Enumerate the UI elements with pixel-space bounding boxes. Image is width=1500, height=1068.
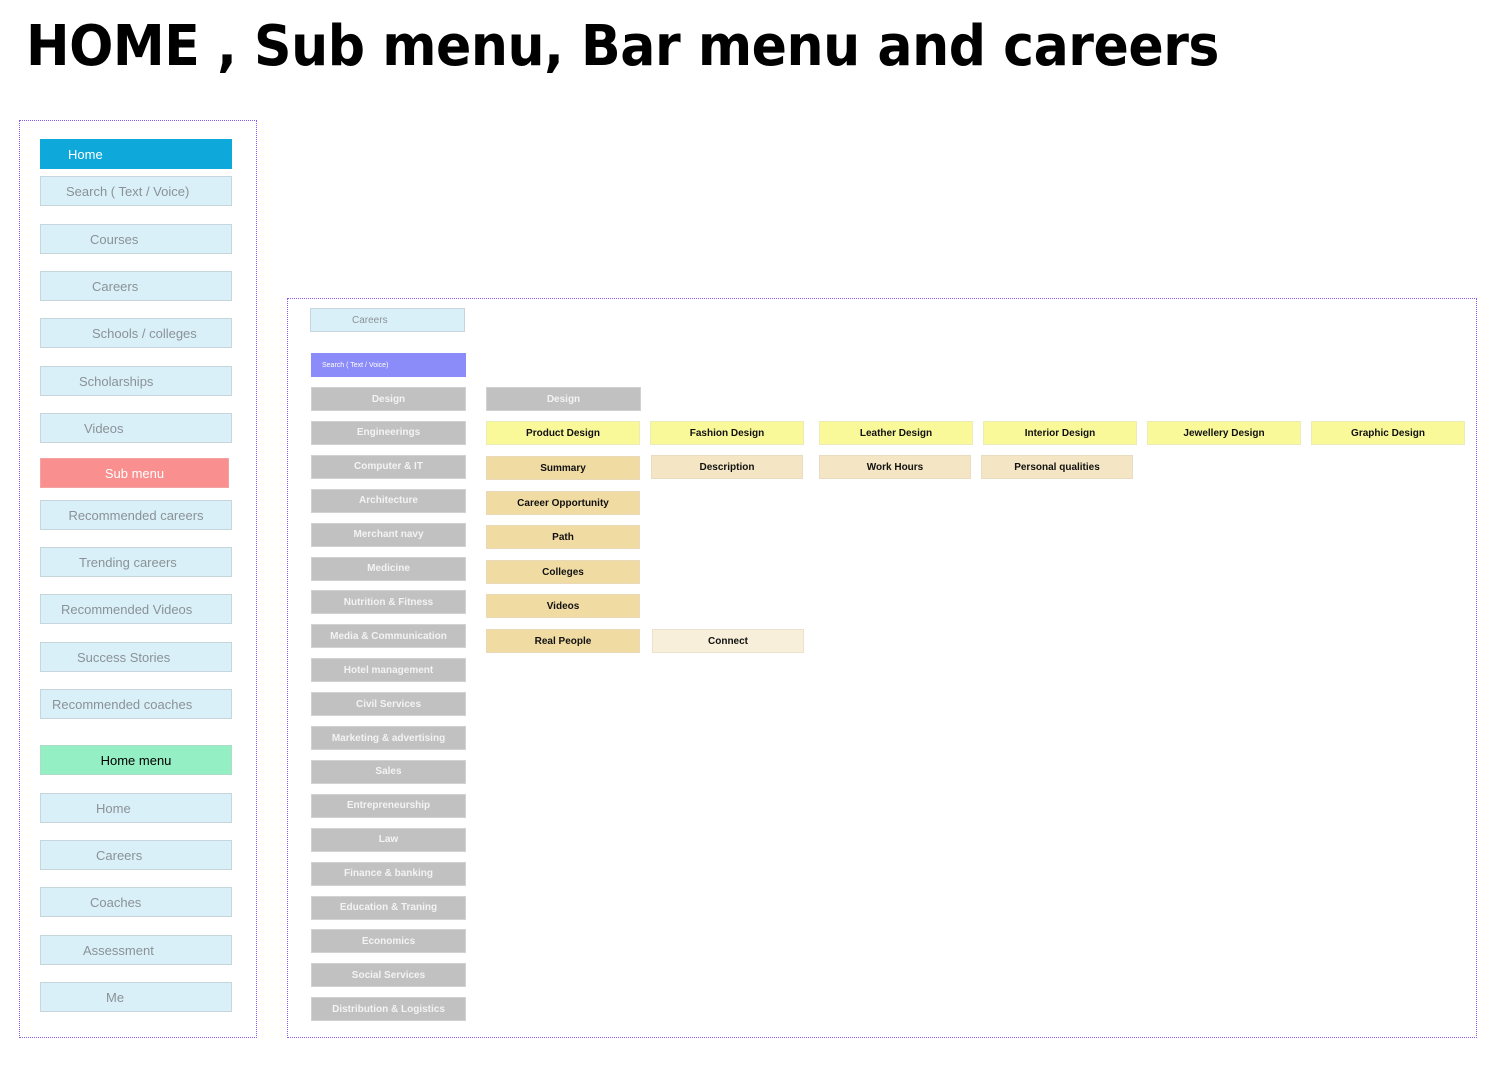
home-item-videos[interactable]: Videos — [40, 413, 232, 443]
section-career-opportunity[interactable]: Career Opportunity — [486, 491, 640, 515]
home-item-schools[interactable]: Schools / colleges — [40, 318, 232, 348]
category-civil-services[interactable]: Civil Services — [311, 692, 466, 717]
design-type-jewellery-design[interactable]: Jewellery Design — [1147, 421, 1301, 445]
section-videos[interactable]: Videos — [486, 594, 640, 618]
home-menu-item-assessment[interactable]: Assessment — [40, 935, 232, 965]
selected-category-label: Design — [486, 387, 641, 411]
section-real-people[interactable]: Real People — [486, 629, 640, 653]
design-type-fashion-design[interactable]: Fashion Design — [650, 421, 804, 445]
category-finance-banking[interactable]: Finance & banking — [311, 861, 466, 886]
home-item-careers[interactable]: Careers — [40, 271, 232, 301]
section-colleges[interactable]: Colleges — [486, 560, 640, 584]
page-title: HOME , Sub menu, Bar menu and careers — [26, 14, 1219, 79]
connect-button[interactable]: Connect — [652, 629, 804, 653]
category-media-communication[interactable]: Media & Communication — [311, 624, 466, 649]
careers-search-input[interactable]: Search ( Text / Voice) — [311, 353, 466, 377]
sub-menu-item-recommended-coaches[interactable]: Recommended coaches — [40, 689, 232, 719]
home-item-scholarships[interactable]: Scholarships — [40, 366, 232, 396]
home-header[interactable]: Home — [40, 139, 232, 169]
home-menu-header[interactable]: Home menu — [40, 745, 232, 775]
category-economics[interactable]: Economics — [311, 929, 466, 954]
category-computer-it[interactable]: Computer & IT — [311, 454, 466, 479]
category-social-services[interactable]: Social Services — [311, 963, 466, 988]
home-item-search[interactable]: Search ( Text / Voice) — [40, 176, 232, 206]
design-type-leather-design[interactable]: Leather Design — [819, 421, 973, 445]
design-type-interior-design[interactable]: Interior Design — [983, 421, 1137, 445]
home-item-courses[interactable]: Courses — [40, 224, 232, 254]
home-menu-item-careers[interactable]: Careers — [40, 840, 232, 870]
category-medicine[interactable]: Medicine — [311, 556, 466, 581]
subsection-personal-qualities[interactable]: Personal qualities — [981, 455, 1133, 479]
home-menu-item-home[interactable]: Home — [40, 793, 232, 823]
home-menu-item-me[interactable]: Me — [40, 982, 232, 1012]
sub-menu-item-success-stories[interactable]: Success Stories — [40, 642, 232, 672]
section-summary[interactable]: Summary — [486, 456, 640, 480]
sub-menu-item-trending-careers[interactable]: Trending careers — [40, 547, 232, 577]
category-nutrition-fitness[interactable]: Nutrition & Fitness — [311, 590, 466, 615]
sub-menu-item-recommended-videos[interactable]: Recommended Videos — [40, 594, 232, 624]
category-entrepreneurship[interactable]: Entrepreneurship — [311, 793, 466, 818]
careers-header[interactable]: Careers — [310, 308, 465, 332]
sub-menu-header[interactable]: Sub menu — [40, 458, 229, 488]
category-engineerings[interactable]: Engineerings — [311, 420, 466, 445]
subsection-description[interactable]: Description — [651, 455, 803, 479]
category-sales[interactable]: Sales — [311, 759, 466, 784]
category-education-traning[interactable]: Education & Traning — [311, 895, 466, 920]
design-type-graphic-design[interactable]: Graphic Design — [1311, 421, 1465, 445]
category-marketing-advertising[interactable]: Marketing & advertising — [311, 726, 466, 750]
design-type-product-design[interactable]: Product Design — [486, 421, 640, 445]
category-architecture[interactable]: Architecture — [311, 488, 466, 513]
subsection-work-hours[interactable]: Work Hours — [819, 455, 971, 479]
category-distribution-logistics[interactable]: Distribution & Logistics — [311, 997, 466, 1022]
sub-menu-item-recommended-careers[interactable]: Recommended careers — [40, 500, 232, 530]
category-design[interactable]: Design — [311, 387, 466, 411]
category-merchant-navy[interactable]: Merchant navy — [311, 522, 466, 547]
category-law[interactable]: Law — [311, 827, 466, 852]
home-menu-item-coaches[interactable]: Coaches — [40, 887, 232, 917]
section-path[interactable]: Path — [486, 525, 640, 549]
category-hotel-management[interactable]: Hotel management — [311, 658, 466, 683]
